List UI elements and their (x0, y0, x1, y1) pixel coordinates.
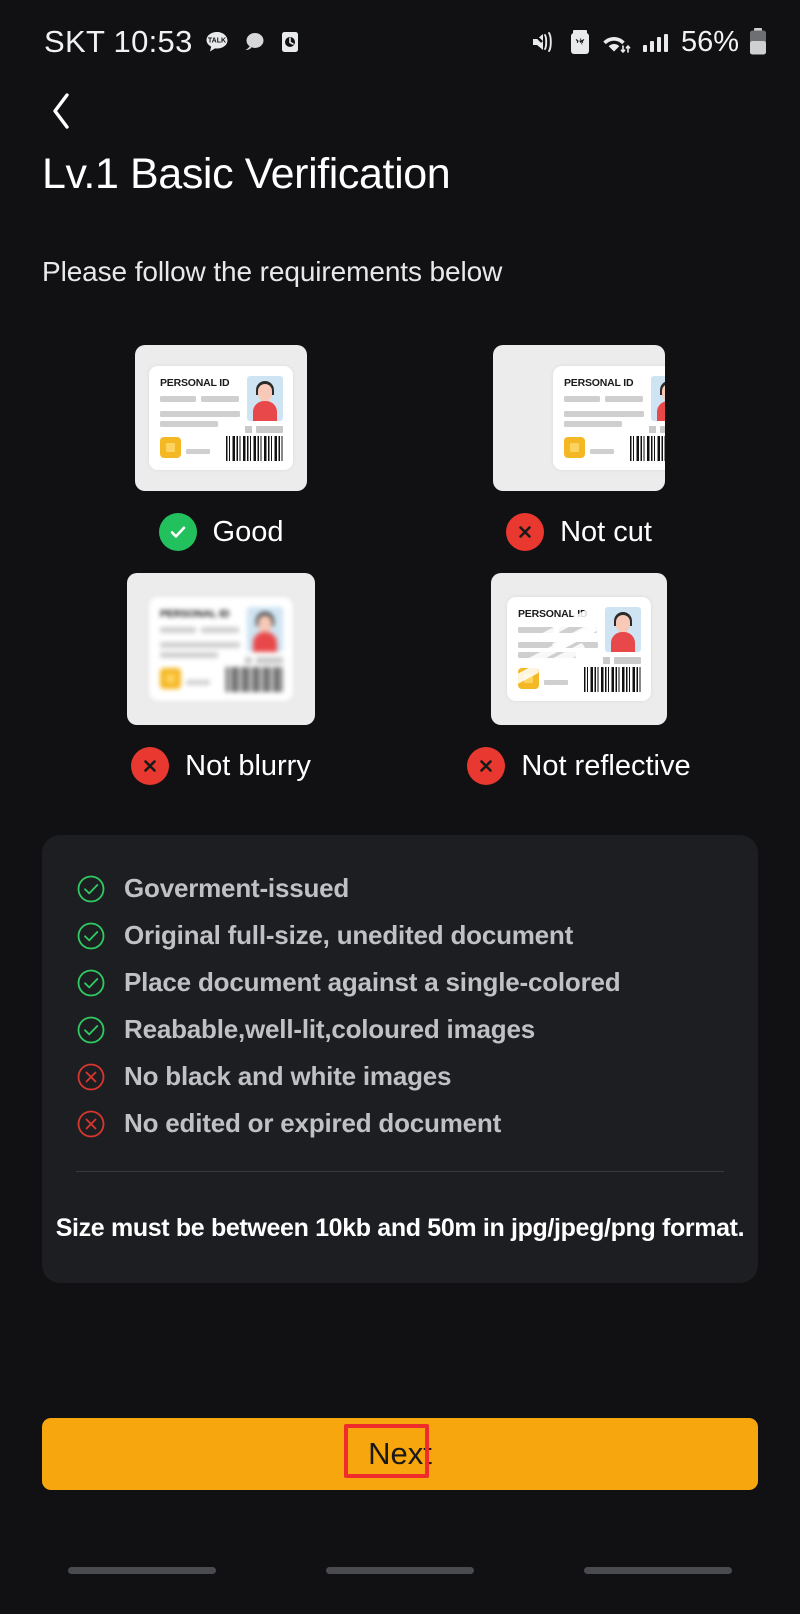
sample-not-cut: PERSONAL ID Not cut (400, 345, 758, 551)
requirements-card: Goverment-issued Original full-size, une… (42, 835, 758, 1283)
requirement-text: Goverment-issued (124, 873, 350, 903)
nav-back-button[interactable] (584, 1566, 732, 1574)
requirement-text: Reabable,well-lit,coloured images (124, 1014, 535, 1044)
id-card-title: PERSONAL ID (564, 377, 634, 389)
check-circle-outline-icon (76, 1015, 106, 1045)
sample-row-1: PERSONAL ID Good PERSONAL ID Not cut (42, 345, 758, 551)
page-subtitle: Please follow the requirements below (42, 256, 503, 287)
clock-app-icon (278, 29, 302, 55)
check-circle-outline-icon (76, 968, 106, 998)
sample-label-not-reflective: Not reflective (467, 747, 691, 785)
requirement-item: No edited or expired document (42, 1100, 758, 1147)
x-circle-outline-icon (76, 1109, 106, 1139)
battery-percent-label: 56% (680, 25, 739, 58)
sample-text: Not cut (560, 515, 652, 548)
next-button-label: Next (368, 1436, 432, 1471)
requirement-text: Place document against a single-colored (124, 967, 621, 997)
sample-text: Good (212, 515, 284, 548)
requirement-text: No black and white images (124, 1061, 452, 1091)
status-bar-right: 56% (530, 26, 768, 59)
sample-good: PERSONAL ID Good (42, 345, 400, 551)
id-thumbnail-reflective: PERSONAL ID (491, 573, 667, 725)
requirement-text: No edited or expired document (124, 1108, 502, 1138)
nav-recents-button[interactable] (68, 1566, 216, 1574)
sample-not-reflective: PERSONAL ID Not reflective (400, 573, 758, 785)
battery-saver-icon (569, 28, 591, 56)
id-card-chip (160, 668, 181, 689)
carrier-and-time: SKT 10:53 (44, 24, 193, 59)
id-card-barcode (630, 436, 665, 461)
check-circle-outline-icon (76, 921, 106, 951)
x-circle-icon (467, 747, 506, 785)
sample-label-good: Good (158, 513, 284, 551)
status-bar-left: SKT 10:53 TALK (44, 24, 302, 60)
x-circle-icon (506, 513, 545, 551)
sample-text: Not blurry (185, 749, 311, 782)
id-card-photo (605, 607, 641, 652)
status-bar: SKT 10:53 TALK 56% (0, 18, 800, 66)
kakaotalk-icon: TALK (204, 29, 230, 55)
back-button[interactable] (34, 86, 88, 140)
wifi-icon (600, 28, 632, 56)
id-card-chip (518, 668, 539, 689)
id-card-photo (247, 376, 283, 421)
requirement-item: No black and white images (42, 1053, 758, 1100)
id-card-barcode (226, 436, 284, 461)
sample-label-not-cut: Not cut (506, 513, 652, 551)
check-circle-icon (158, 513, 197, 551)
x-circle-outline-icon (76, 1062, 106, 1092)
sample-not-blurry: PERSONAL ID Not blurry (42, 573, 400, 785)
phone-screen: SKT 10:53 TALK 56% Lv.1 Basic Verificati… (0, 0, 800, 1614)
id-thumbnail-good: PERSONAL ID (135, 345, 307, 491)
id-card-barcode (584, 667, 642, 692)
android-navigation-bar (0, 1550, 800, 1590)
id-card-chip (564, 437, 585, 458)
sample-text: Not reflective (521, 749, 691, 782)
requirement-item: Goverment-issued (42, 865, 758, 912)
sample-label-not-blurry: Not blurry (131, 747, 311, 785)
sample-row-2: PERSONAL ID Not blurry PERSONAL ID Not r… (42, 573, 758, 785)
check-circle-outline-icon (76, 874, 106, 904)
chevron-left-icon (47, 89, 75, 138)
id-card-photo (247, 607, 283, 652)
sample-grid: PERSONAL ID Good PERSONAL ID Not cut PER… (42, 345, 758, 807)
id-card-barcode (226, 667, 284, 692)
message-bubble-icon (241, 29, 267, 55)
id-card-illustration: PERSONAL ID (149, 366, 293, 470)
id-card-text-lines (564, 393, 665, 427)
id-thumbnail-blurry: PERSONAL ID (127, 573, 315, 725)
x-circle-icon (131, 747, 170, 785)
id-card-illustration: PERSONAL ID (149, 597, 293, 701)
id-card-photo (651, 376, 665, 421)
requirement-item: Original full-size, unedited document (42, 912, 758, 959)
size-format-note: Size must be between 10kb and 50m in jpg… (55, 1214, 745, 1242)
requirement-item: Reabable,well-lit,coloured images (42, 1006, 758, 1053)
cellular-signal-icon (641, 28, 669, 56)
requirement-text: Original full-size, unedited document (124, 920, 574, 950)
next-button[interactable]: Next (42, 1418, 758, 1490)
id-card-chip (160, 437, 181, 458)
vibrate-icon (530, 28, 560, 56)
id-card-illustration: PERSONAL ID (507, 597, 651, 701)
id-card-illustration: PERSONAL ID (553, 366, 665, 470)
battery-icon (748, 27, 768, 57)
page-title: Lv.1 Basic Verification (42, 150, 451, 198)
svg-text:TALK: TALK (208, 38, 226, 45)
requirement-item: Place document against a single-colored (42, 959, 758, 1006)
id-thumbnail-cut: PERSONAL ID (493, 345, 665, 491)
nav-home-button[interactable] (326, 1566, 474, 1574)
